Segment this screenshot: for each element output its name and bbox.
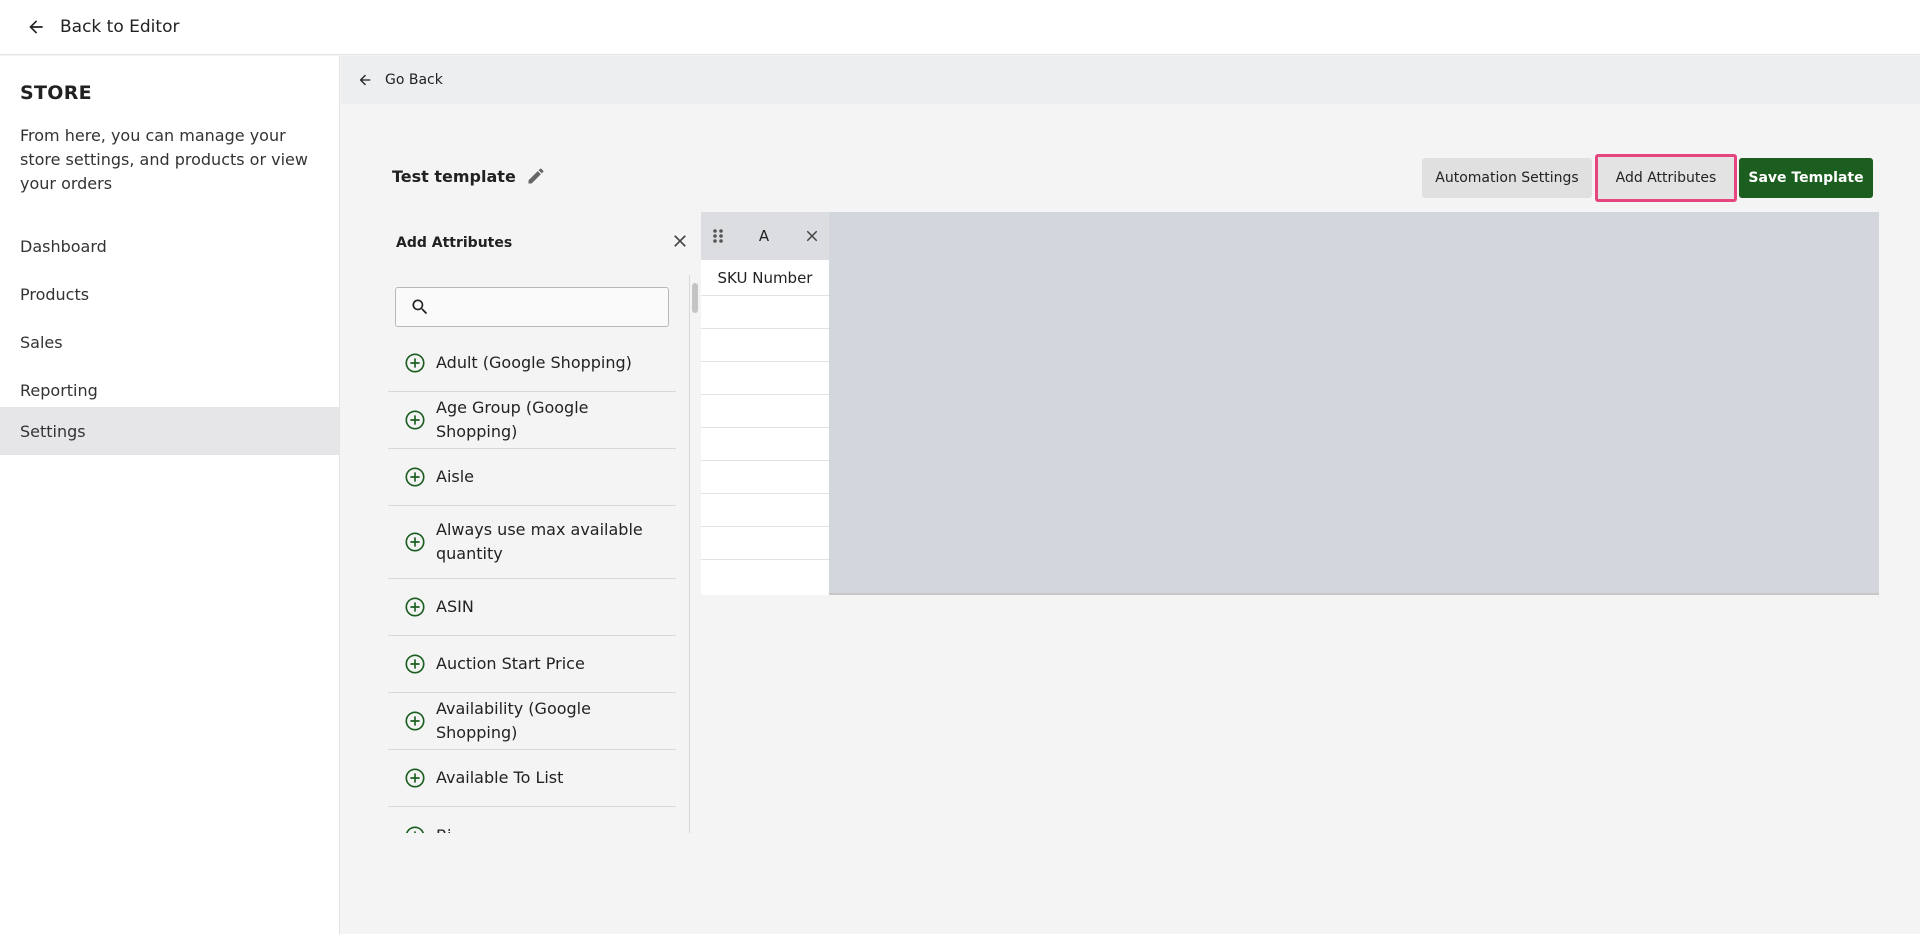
list-item[interactable]: Available To List [388, 750, 676, 807]
list-item[interactable]: Aisle [388, 449, 676, 506]
add-circle-icon [405, 825, 425, 833]
arrow-left-icon [359, 74, 371, 86]
column-header: A [701, 212, 829, 260]
grid-cell[interactable] [701, 395, 829, 428]
column-letter: A [758, 227, 770, 245]
add-circle-icon [405, 353, 425, 373]
list-item-label: Age Group (Google Shopping) [436, 398, 589, 441]
grid-cell[interactable] [701, 428, 829, 461]
add-circle-icon [405, 410, 425, 430]
attribute-list: Adult (Google Shopping) Age Group (Googl… [388, 335, 676, 833]
grid-cell[interactable] [701, 329, 829, 362]
list-item-label: Bi... [436, 824, 467, 834]
list-item-label: Adult (Google Shopping) [436, 353, 632, 372]
list-item[interactable]: Availability (Google Shopping) [388, 693, 676, 750]
store-description: From here, you can manage your store set… [20, 126, 308, 193]
grid-cell[interactable] [701, 527, 829, 560]
add-attributes-panel: Add Attributes Adult (Google Shopping) A… [380, 213, 700, 833]
go-back-label: Go Back [385, 72, 443, 88]
list-item[interactable]: Adult (Google Shopping) [388, 335, 676, 392]
main-content: Go Back Test template Automation Setting… [341, 56, 1920, 934]
drag-handle-icon[interactable] [711, 227, 725, 245]
attribute-list-scrollbar[interactable] [689, 275, 698, 833]
save-template-button[interactable]: Save Template [1739, 158, 1873, 198]
scrollbar-thumb[interactable] [692, 283, 698, 313]
list-item[interactable]: Age Group (Google Shopping) [388, 392, 676, 449]
grid-column: A SKU Number [701, 212, 829, 595]
list-item-label: ASIN [436, 597, 474, 616]
close-icon[interactable] [803, 227, 821, 245]
sidebar-item-products[interactable]: Products [0, 270, 339, 318]
add-circle-icon [405, 597, 425, 617]
automation-settings-button[interactable]: Automation Settings [1422, 158, 1592, 198]
add-circle-icon [405, 467, 425, 487]
grid-cell[interactable] [701, 494, 829, 527]
back-to-editor-label: Back to Editor [60, 17, 180, 37]
store-title: STORE [20, 82, 92, 104]
sidebar-item-settings[interactable]: Settings [0, 407, 339, 455]
add-circle-icon [405, 654, 425, 674]
back-to-editor-button[interactable]: Back to Editor [26, 17, 179, 37]
sidebar-item-sales[interactable]: Sales [0, 318, 339, 366]
column-header-cell[interactable]: SKU Number [701, 260, 829, 296]
list-item-label: Availability (Google Shopping) [436, 699, 591, 742]
list-item[interactable]: Auction Start Price [388, 636, 676, 693]
search-input[interactable] [440, 292, 660, 322]
close-icon[interactable] [670, 231, 690, 251]
add-circle-icon [405, 532, 425, 552]
list-item-label: Always use max available quantity [436, 520, 643, 563]
search-icon [412, 299, 428, 315]
grid-cell[interactable] [701, 560, 829, 593]
top-bar: Back to Editor [0, 0, 1920, 55]
list-item[interactable]: Bi... [388, 807, 676, 833]
add-attributes-button[interactable]: Add Attributes [1595, 154, 1737, 202]
sidebar: STORE From here, you can manage your sto… [0, 56, 340, 934]
list-item[interactable]: Always use max available quantity [388, 506, 676, 579]
attribute-search[interactable] [395, 287, 669, 327]
list-item-label: Available To List [436, 768, 564, 787]
grid-cell[interactable] [701, 461, 829, 494]
template-name: Test template [392, 166, 546, 186]
list-item[interactable]: ASIN [388, 579, 676, 636]
list-item-label: Auction Start Price [436, 654, 585, 673]
arrow-left-icon [29, 20, 43, 34]
pencil-icon[interactable] [526, 166, 546, 186]
sidebar-item-dashboard[interactable]: Dashboard [0, 222, 339, 270]
grid-cell[interactable] [701, 296, 829, 329]
add-circle-icon [405, 711, 425, 731]
go-back-button[interactable]: Go Back [341, 56, 1920, 104]
add-circle-icon [405, 768, 425, 788]
grid-cell[interactable] [701, 362, 829, 395]
list-item-label: Aisle [436, 467, 475, 486]
template-grid: A SKU Number [701, 212, 1879, 595]
attributes-panel-title: Add Attributes [396, 235, 513, 251]
template-name-label: Test template [392, 166, 516, 186]
